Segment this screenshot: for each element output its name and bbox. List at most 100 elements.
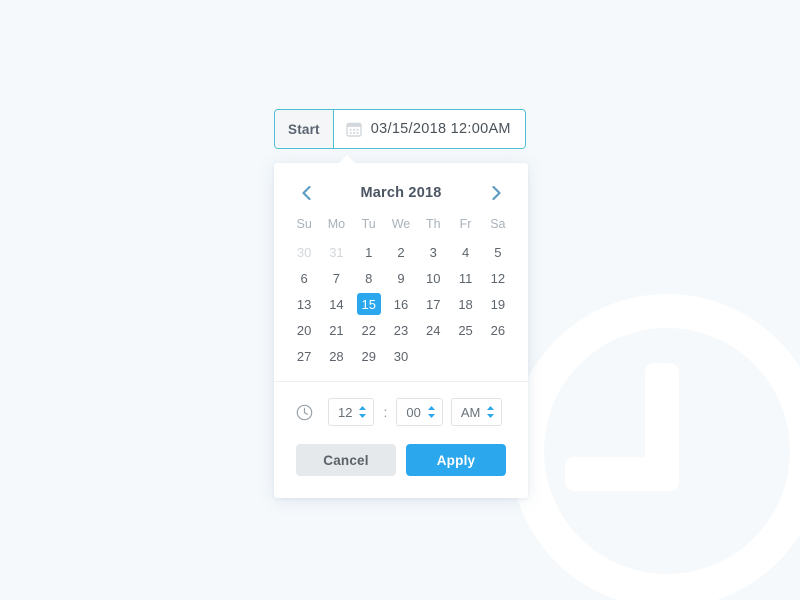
clock-icon: [296, 403, 314, 421]
day-cell-empty: [449, 343, 481, 369]
day-label: [486, 345, 510, 367]
day-label: 2: [397, 244, 405, 260]
day-cell-empty: [482, 343, 514, 369]
start-date-field-group[interactable]: Start 03/15/2018 12:00AM: [274, 109, 526, 149]
day-label: 14: [329, 296, 344, 312]
day-cell[interactable]: 12: [482, 265, 514, 291]
day-cell[interactable]: 30: [288, 239, 320, 265]
day-cell[interactable]: 23: [385, 317, 417, 343]
calendar-week-row: 6 7 8 9 10 11 12: [288, 265, 514, 291]
day-label: 19: [490, 296, 506, 312]
calendar-week-row: 30 31 1 2 3 4 5: [288, 239, 514, 265]
day-label: 5: [494, 244, 502, 260]
weekday-fr: Fr: [459, 217, 472, 231]
day-label: 27: [296, 348, 312, 364]
time-controls-row: 12 : 00 AM: [274, 382, 528, 432]
day-label: 26: [490, 322, 506, 338]
day-label: 30: [393, 348, 409, 364]
day-cell[interactable]: 29: [353, 343, 385, 369]
chevron-left-icon: [301, 186, 311, 200]
day-label: 9: [397, 270, 405, 286]
day-cell[interactable]: 31: [320, 239, 352, 265]
start-label-addon: Start: [275, 110, 334, 148]
start-date-input[interactable]: 03/15/2018 12:00AM: [333, 110, 525, 148]
popover-actions: Cancel Apply: [274, 432, 528, 498]
day-cell[interactable]: 3: [417, 239, 449, 265]
weekday-su: Su: [296, 217, 312, 231]
day-label: 6: [300, 270, 308, 286]
next-month-button[interactable]: [486, 183, 506, 203]
day-cell[interactable]: 20: [288, 317, 320, 343]
meridiem-stepper[interactable]: AM: [450, 398, 503, 426]
hour-stepper[interactable]: 12: [328, 398, 375, 426]
day-cell[interactable]: 10: [417, 265, 449, 291]
day-cell[interactable]: 6: [288, 265, 320, 291]
day-cell[interactable]: 7: [320, 265, 352, 291]
weekday-tu: Tu: [361, 217, 376, 231]
day-cell[interactable]: 14: [320, 291, 352, 317]
time-separator: :: [383, 404, 388, 420]
day-cell[interactable]: 13: [288, 291, 320, 317]
day-label: 22: [361, 322, 376, 338]
day-cell[interactable]: 4: [449, 239, 481, 265]
weekday-header-row: Su Mo Tu We Th Fr Sa: [288, 209, 514, 239]
hour-value: 12: [338, 404, 353, 420]
day-label: 15: [356, 293, 381, 315]
weekday-th: Th: [425, 217, 441, 231]
clock-watermark-icon: [510, 294, 800, 600]
day-cell[interactable]: 25: [449, 317, 481, 343]
popover-caret: [338, 155, 356, 164]
day-cell[interactable]: 22: [353, 317, 385, 343]
day-label: 1: [365, 244, 373, 260]
day-cell[interactable]: 18: [449, 291, 481, 317]
calendar-grid: Su Mo Tu We Th Fr Sa 30 31 1 2 3 4 5 6 7 8 9 10 11 12 13 14 15…: [274, 209, 528, 381]
prev-month-button[interactable]: [296, 183, 316, 203]
day-label: 7: [332, 270, 341, 286]
day-cell[interactable]: 21: [320, 317, 352, 343]
start-label-text: Start: [288, 121, 320, 137]
calendar-week-row: 27 28 29 30: [288, 343, 514, 369]
day-rows: 30 31 1 2 3 4 5 6 7 8 9 10 11 12 13 14 15 16 17 18 19 20 21 22 2…: [288, 239, 514, 369]
day-cell[interactable]: 27: [288, 343, 320, 369]
day-cell[interactable]: 9: [385, 265, 417, 291]
day-cell[interactable]: 2: [385, 239, 417, 265]
day-cell[interactable]: 11: [449, 265, 481, 291]
day-cell-empty: [417, 343, 449, 369]
calendar-icon: [346, 122, 362, 137]
day-label: 23: [393, 322, 409, 338]
stepper-updown-icon: [427, 406, 435, 418]
minute-stepper[interactable]: 00: [396, 398, 443, 426]
day-cell[interactable]: 16: [385, 291, 417, 317]
day-label: 3: [429, 244, 437, 260]
month-year-label: March 2018: [360, 185, 442, 201]
day-cell[interactable]: 15: [353, 291, 385, 317]
day-cell[interactable]: 5: [482, 239, 514, 265]
start-date-value[interactable]: 03/15/2018 12:00AM: [371, 121, 511, 137]
day-label: 10: [426, 270, 441, 286]
day-label: 25: [458, 322, 473, 338]
day-label: 4: [461, 244, 470, 260]
day-label: [454, 345, 478, 367]
day-cell[interactable]: 26: [482, 317, 514, 343]
day-label: 18: [458, 296, 473, 312]
calendar-week-row: 13 14 15 16 17 18 19: [288, 291, 514, 317]
day-label: 20: [296, 322, 312, 338]
chevron-right-icon: [491, 186, 501, 200]
day-label: 21: [329, 322, 344, 338]
day-label: 31: [329, 244, 344, 260]
day-cell[interactable]: 1: [353, 239, 385, 265]
apply-button[interactable]: Apply: [406, 444, 506, 476]
day-cell[interactable]: 24: [417, 317, 449, 343]
cancel-button[interactable]: Cancel: [296, 444, 396, 476]
day-label: 30: [296, 244, 312, 260]
day-cell[interactable]: 28: [320, 343, 352, 369]
day-cell[interactable]: 8: [353, 265, 385, 291]
day-label: 29: [361, 348, 376, 364]
day-label: 11: [458, 270, 473, 286]
meridiem-value: AM: [460, 404, 481, 420]
day-label: 12: [490, 270, 506, 286]
day-cell[interactable]: 17: [417, 291, 449, 317]
day-cell[interactable]: 30: [385, 343, 417, 369]
calendar-week-row: 20 21 22 23 24 25 26: [288, 317, 514, 343]
day-cell[interactable]: 19: [482, 291, 514, 317]
